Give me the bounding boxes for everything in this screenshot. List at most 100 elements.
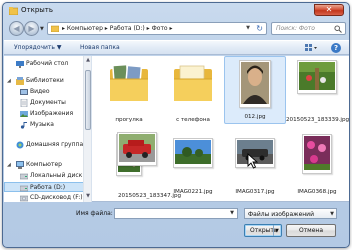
filename-input[interactable]: ▼ <box>114 208 238 219</box>
sidebar-item-images[interactable]: Изображения <box>4 109 90 119</box>
sidebar-item-label: Работа (D:) <box>30 184 66 191</box>
sidebar-item-music[interactable]: Музыка <box>4 120 90 130</box>
close-button[interactable]: ✕ <box>314 4 344 16</box>
folder-icon <box>110 63 148 101</box>
search-box[interactable]: Поиск: Фото <box>271 22 346 35</box>
title-bar[interactable]: Открыть ✕ <box>3 3 349 19</box>
folder-icon <box>51 25 59 32</box>
image-thumbnail <box>297 60 337 94</box>
expand-arrow-icon[interactable]: ◢ <box>7 162 11 168</box>
sidebar-item-label: Изображения <box>30 110 74 117</box>
library-icon <box>16 77 24 85</box>
navigation-pane: Рабочий стол ◢ Библиотеки Видео Документ… <box>4 56 92 202</box>
expand-arrow-icon[interactable]: ◢ <box>7 78 11 84</box>
folder-icon <box>174 65 212 101</box>
image-thumbnail <box>117 132 158 166</box>
sidebar-item-label: Документы <box>30 99 66 106</box>
sidebar-item-libraries[interactable]: ◢ Библиотеки <box>4 76 90 86</box>
new-folder-button[interactable]: Новая папка <box>80 44 120 51</box>
images-icon <box>20 111 28 117</box>
bottom-panel: Имя файла: ▼ Файлы изображений ▼ Открыть… <box>4 203 349 247</box>
homegroup-icon <box>16 141 24 149</box>
search-icon[interactable] <box>334 25 342 33</box>
sidebar-item-desktop[interactable]: Рабочий стол <box>4 59 90 69</box>
forward-button[interactable]: ▶ <box>24 21 39 36</box>
navigation-bar: ◀ ▶ ▼ ▸ Компьютер ▸ Работа (D:) ▸ Фото ▸… <box>7 20 347 38</box>
address-path[interactable]: ▸ Компьютер ▸ Работа (D:) ▸ Фото ▸ <box>62 25 173 32</box>
chevron-down-icon[interactable]: ▼ <box>330 211 334 217</box>
file-name: IMAG0368.jpg <box>297 189 337 195</box>
file-list: прогулка с телефона 012.jpg 20150523_183… <box>96 56 349 202</box>
drive-icon <box>20 173 28 180</box>
organize-button[interactable]: Упорядочить ▼ <box>14 44 61 51</box>
sidebar-item-label: Домашняя группа <box>26 141 84 148</box>
window-icon <box>9 7 18 15</box>
image-thumbnail <box>239 60 271 108</box>
cancel-button-label: Отмена <box>298 227 324 234</box>
file-name: IMAG0221.jpg <box>173 189 213 195</box>
sidebar-item-cd-drive[interactable]: CD-дисковод (F:) <box>4 193 90 202</box>
image-thumbnail <box>173 138 213 168</box>
file-item-20150523-183339[interactable]: 20150523_183339.jpg <box>286 58 349 126</box>
documents-icon <box>20 99 28 107</box>
sidebar-item-homegroup[interactable]: Домашняя группа <box>4 140 90 150</box>
file-item-imag0221[interactable]: IMAG0221.jpg <box>162 130 224 198</box>
sidebar-item-computer[interactable]: ◢ Компьютер <box>4 160 90 170</box>
help-icon[interactable]: ? <box>331 43 341 53</box>
open-button[interactable]: Открыть ▼ <box>244 224 282 237</box>
file-name: 012.jpg <box>244 114 266 120</box>
sidebar-item-label: Библиотеки <box>26 77 64 84</box>
address-dropdown[interactable]: ▼ <box>246 25 250 31</box>
file-item-imag0368[interactable]: IMAG0368.jpg <box>286 130 348 198</box>
search-input[interactable]: Поиск: Фото <box>276 25 315 32</box>
desktop-icon <box>16 61 24 68</box>
sidebar-item-label: Рабочий стол <box>26 60 69 67</box>
split-divider <box>273 225 274 236</box>
sidebar-item-label: Локальный диск <box>30 172 83 179</box>
sidebar-scrollbar[interactable]: ▲ ▼ <box>83 56 91 202</box>
sidebar-item-documents[interactable]: Документы <box>4 98 90 108</box>
refresh-icon[interactable]: ↻ <box>256 24 263 33</box>
open-options-icon[interactable]: ▼ <box>275 228 279 234</box>
file-item-20150523-183347[interactable]: 20150523_183347.jpg <box>94 128 181 200</box>
file-name: 20150523_183347.jpg <box>118 193 182 199</box>
open-file-dialog: Открыть ✕ ◀ ▶ ▼ ▸ Компьютер ▸ Работа (D:… <box>2 2 350 248</box>
address-bar[interactable]: ▸ Компьютер ▸ Работа (D:) ▸ Фото ▸ ▼ ↻ <box>47 22 267 35</box>
scroll-up-icon[interactable]: ▲ <box>84 57 91 65</box>
file-name: прогулка <box>115 117 143 123</box>
file-item-folder-progulka[interactable]: прогулка <box>98 58 160 126</box>
sidebar-item-label: Музыка <box>30 121 54 128</box>
sidebar-item-label: Видео <box>30 88 50 95</box>
file-item-folder-s-telefona[interactable]: с телефона <box>162 58 224 126</box>
file-name: IMAG0317.jpg <box>235 189 275 195</box>
file-type-select[interactable]: Файлы изображений ▼ <box>244 208 337 219</box>
mouse-cursor-icon <box>247 153 259 169</box>
scrollbar-thumb[interactable] <box>85 70 91 130</box>
image-thumbnail <box>302 134 332 174</box>
file-type-value: Файлы изображений <box>248 211 314 218</box>
filename-label: Имя файла: <box>76 210 113 217</box>
forward-arrow-icon: ▶ <box>28 24 35 33</box>
command-toolbar: Упорядочить ▼ Новая папка ? <box>4 40 349 55</box>
sidebar-item-local-disk[interactable]: Локальный диск <box>4 171 90 181</box>
drive-icon <box>20 185 28 192</box>
back-arrow-icon: ◀ <box>13 24 20 33</box>
window-title: Открыть <box>21 6 53 14</box>
cancel-button[interactable]: Отмена <box>286 224 336 237</box>
content-area: Рабочий стол ◢ Библиотеки Видео Документ… <box>4 56 349 202</box>
computer-icon <box>16 161 24 169</box>
scroll-down-icon[interactable]: ▼ <box>84 193 91 201</box>
sidebar-item-label: CD-дисковод (F:) <box>30 194 83 201</box>
recent-locations-dropdown[interactable]: ▼ <box>40 26 44 32</box>
music-icon <box>20 122 27 129</box>
sidebar-item-label: Компьютер <box>26 161 62 168</box>
cd-drive-icon <box>20 195 28 202</box>
filename-dropdown-icon[interactable]: ▼ <box>228 210 236 217</box>
sidebar-item-work-drive[interactable]: Работа (D:) <box>4 182 90 192</box>
video-icon <box>20 89 28 95</box>
file-item-012-jpg[interactable]: 012.jpg <box>224 56 286 124</box>
view-options-icon[interactable] <box>304 43 318 53</box>
sidebar-item-video[interactable]: Видео <box>4 87 90 97</box>
back-button[interactable]: ◀ <box>9 21 24 36</box>
file-name: с телефона <box>176 117 210 123</box>
